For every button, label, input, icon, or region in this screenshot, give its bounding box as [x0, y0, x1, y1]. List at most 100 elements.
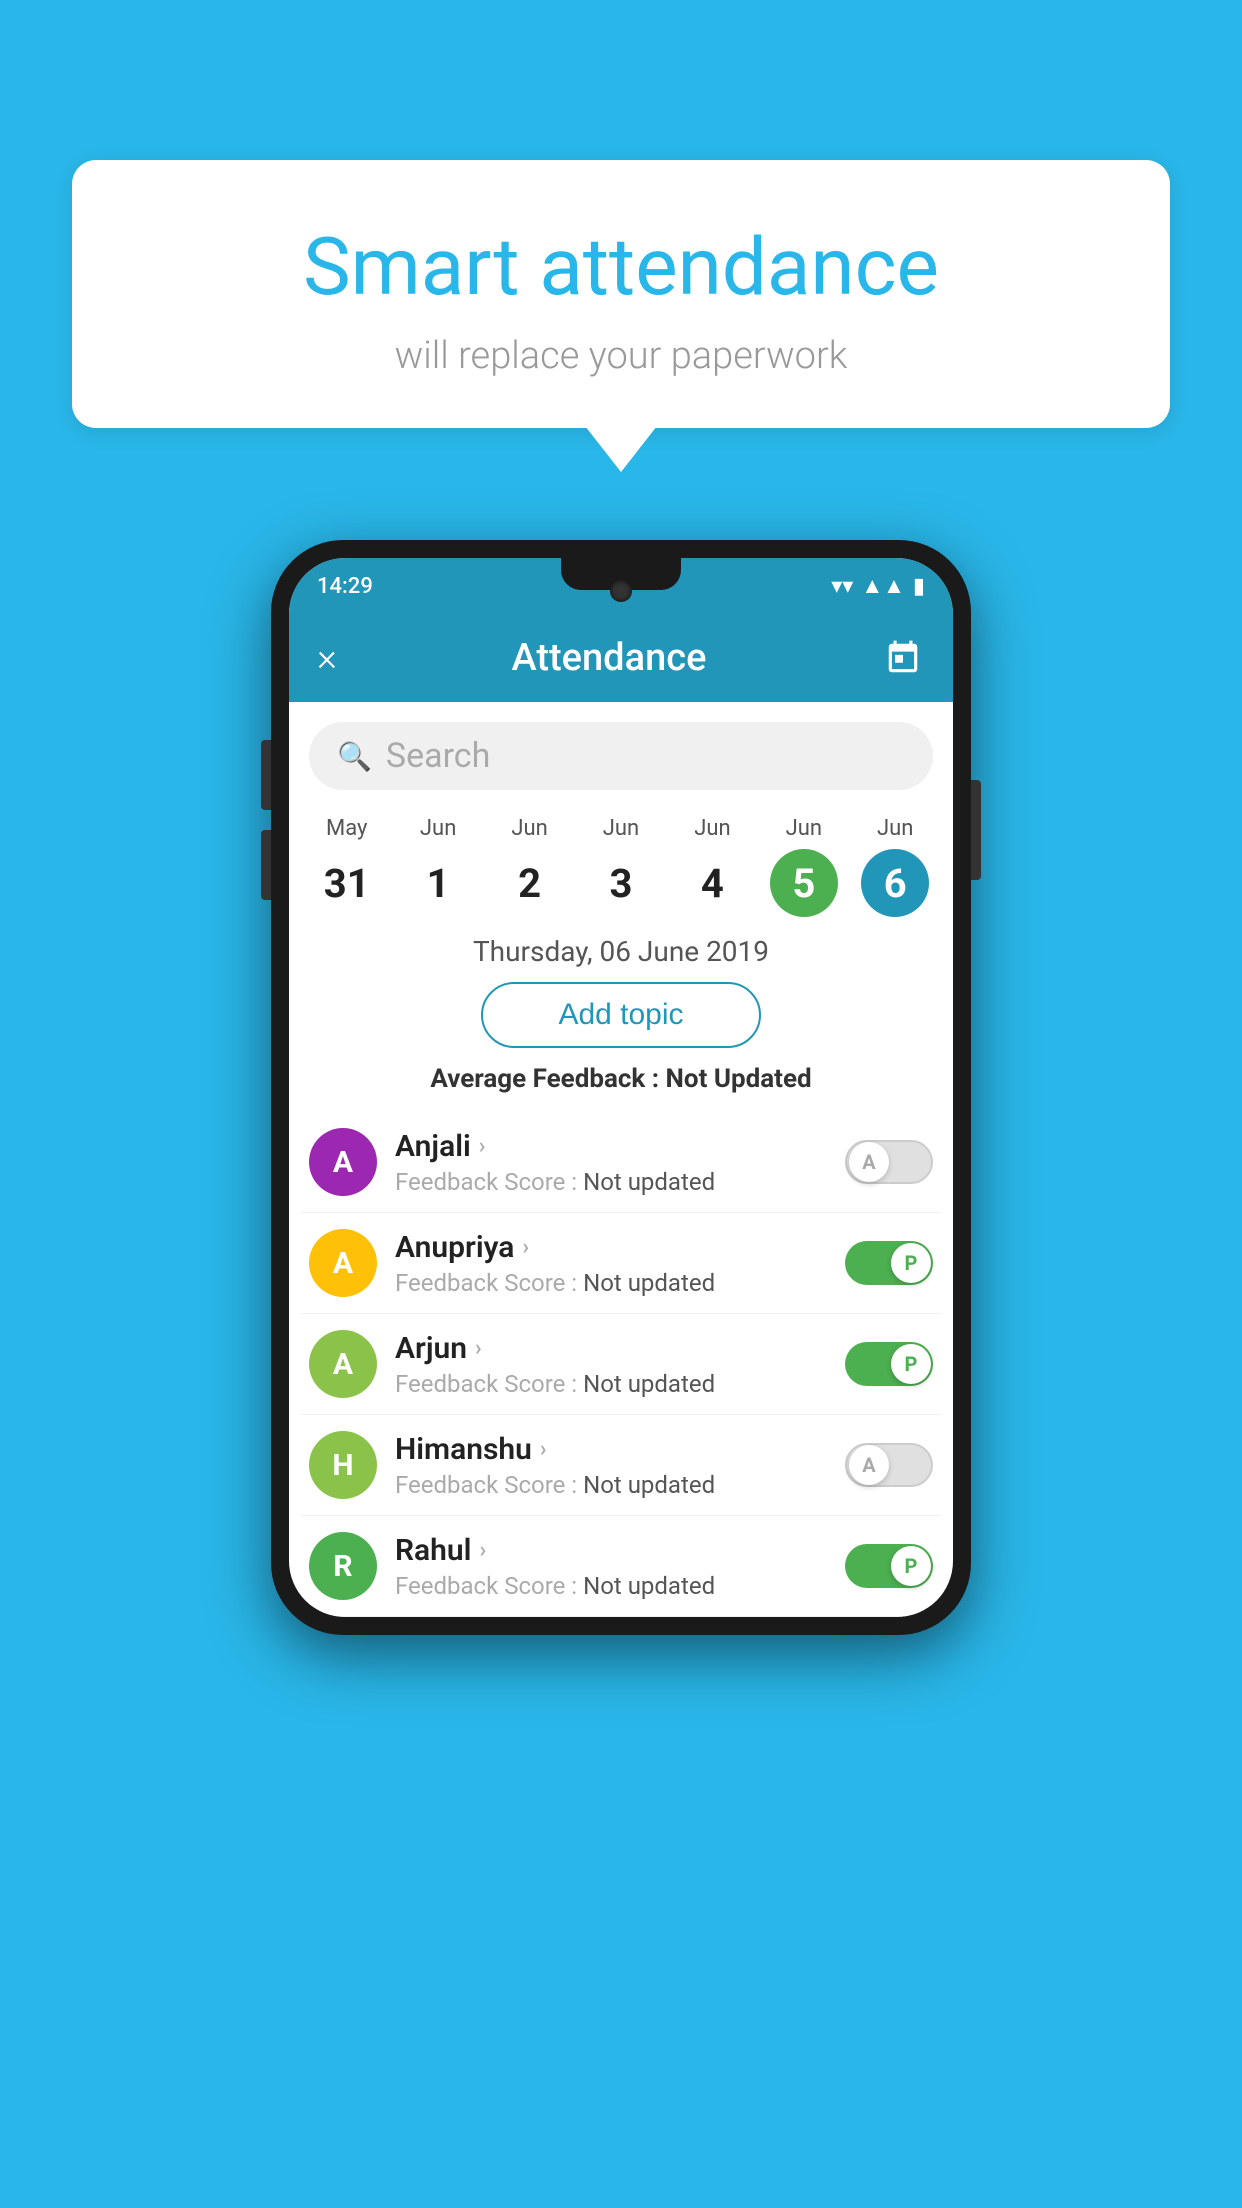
speech-bubble-subtitle: will replace your paperwork — [112, 334, 1130, 378]
selected-date-label: Thursday, 06 June 2019 — [289, 927, 953, 982]
cal-date-number: 5 — [770, 849, 838, 917]
calendar-strip: May 31 Jun 1 Jun 2 Jun 3 Jun 4 Jun 5 Jun 6 — [289, 800, 953, 927]
toggle-switch[interactable]: P — [845, 1342, 933, 1386]
student-item-4[interactable]: R Rahul › Feedback Score : Not updated P — [301, 1516, 941, 1617]
toggle-knob: P — [891, 1546, 931, 1586]
app-bar-title: Attendance — [511, 636, 706, 680]
student-avatar: R — [309, 1532, 377, 1600]
cal-date-number: 2 — [496, 849, 564, 917]
attendance-toggle[interactable]: A — [845, 1443, 933, 1487]
student-info: Anjali › Feedback Score : Not updated — [395, 1129, 827, 1196]
cal-date-number: 6 — [861, 849, 929, 917]
student-feedback: Feedback Score : Not updated — [395, 1471, 827, 1499]
student-avatar: A — [309, 1128, 377, 1196]
feedback-value: Not updated — [583, 1572, 715, 1600]
student-avatar: A — [309, 1330, 377, 1398]
cal-date-number: 1 — [404, 849, 472, 917]
toggle-knob: A — [849, 1445, 889, 1485]
feedback-value: Not updated — [583, 1168, 715, 1196]
attendance-toggle[interactable]: P — [845, 1544, 933, 1588]
student-info: Anupriya › Feedback Score : Not updated — [395, 1230, 827, 1297]
close-button[interactable]: × — [317, 636, 337, 680]
volume-down-button — [261, 830, 271, 900]
chevron-right-icon: › — [479, 1538, 486, 1563]
cal-month-label: Jun — [575, 816, 666, 841]
calendar-icon-button[interactable] — [881, 636, 925, 680]
cal-month-label: May — [301, 816, 392, 841]
student-avatar: H — [309, 1431, 377, 1499]
average-feedback: Average Feedback : Not Updated — [289, 1064, 953, 1094]
student-info: Himanshu › Feedback Score : Not updated — [395, 1432, 827, 1499]
student-feedback: Feedback Score : Not updated — [395, 1269, 827, 1297]
student-item-1[interactable]: A Anupriya › Feedback Score : Not updated P — [301, 1213, 941, 1314]
student-item-0[interactable]: A Anjali › Feedback Score : Not updated A — [301, 1112, 941, 1213]
cal-date-number: 3 — [587, 849, 655, 917]
student-name: Rahul › — [395, 1533, 827, 1568]
attendance-toggle[interactable]: A — [845, 1140, 933, 1184]
search-placeholder: Search — [386, 736, 490, 776]
speech-bubble-title: Smart attendance — [112, 220, 1130, 314]
student-item-2[interactable]: A Arjun › Feedback Score : Not updated P — [301, 1314, 941, 1415]
search-bar[interactable]: 🔍 Search — [309, 722, 933, 790]
toggle-switch[interactable]: P — [845, 1544, 933, 1588]
attendance-toggle[interactable]: P — [845, 1241, 933, 1285]
student-avatar: A — [309, 1229, 377, 1297]
toggle-knob: P — [891, 1243, 931, 1283]
feedback-value: Not updated — [583, 1269, 715, 1297]
avg-feedback-label: Average Feedback : — [430, 1064, 659, 1094]
status-icons: ▾▾ ▲▲ ▮ — [831, 573, 925, 599]
phone-screen: 14:29 ▾▾ ▲▲ ▮ × Attendance 🔍 — [289, 558, 953, 1617]
search-icon: 🔍 — [337, 740, 372, 773]
cal-month-label: Jun — [758, 816, 849, 841]
power-button — [971, 780, 981, 880]
toggle-knob: P — [891, 1344, 931, 1384]
student-feedback: Feedback Score : Not updated — [395, 1370, 827, 1398]
student-name: Anupriya › — [395, 1230, 827, 1265]
cal-month-label: Jun — [667, 816, 758, 841]
chevron-right-icon: › — [522, 1235, 529, 1260]
battery-icon: ▮ — [913, 574, 925, 599]
toggle-switch[interactable]: P — [845, 1241, 933, 1285]
calendar-day-3[interactable]: Jun 3 — [575, 816, 666, 917]
signal-icon: ▲▲ — [861, 573, 905, 599]
calendar-day-4[interactable]: Jun 4 — [667, 816, 758, 917]
toggle-switch[interactable]: A — [845, 1140, 933, 1184]
cal-date-number: 31 — [313, 849, 381, 917]
avg-feedback-value: Not Updated — [666, 1064, 812, 1094]
app-bar: × Attendance — [289, 614, 953, 702]
speech-bubble: Smart attendance will replace your paper… — [72, 160, 1170, 428]
chevron-right-icon: › — [479, 1134, 486, 1159]
student-name: Arjun › — [395, 1331, 827, 1366]
student-name: Anjali › — [395, 1129, 827, 1164]
wifi-icon: ▾▾ — [831, 574, 853, 599]
volume-up-button — [261, 740, 271, 810]
phone-frame: 14:29 ▾▾ ▲▲ ▮ × Attendance 🔍 — [271, 540, 971, 1635]
cal-month-label: Jun — [392, 816, 483, 841]
student-name: Himanshu › — [395, 1432, 827, 1467]
student-info: Arjun › Feedback Score : Not updated — [395, 1331, 827, 1398]
toggle-switch[interactable]: A — [845, 1443, 933, 1487]
feedback-value: Not updated — [583, 1370, 715, 1398]
chevron-right-icon: › — [540, 1437, 547, 1462]
chevron-right-icon: › — [475, 1336, 482, 1361]
student-info: Rahul › Feedback Score : Not updated — [395, 1533, 827, 1600]
calendar-day-0[interactable]: May 31 — [301, 816, 392, 917]
phone-outer: 14:29 ▾▾ ▲▲ ▮ × Attendance 🔍 — [271, 540, 971, 1635]
phone-notch — [561, 558, 681, 590]
student-feedback: Feedback Score : Not updated — [395, 1572, 827, 1600]
calendar-day-5[interactable]: Jun 5 — [758, 816, 849, 917]
calendar-day-2[interactable]: Jun 2 — [484, 816, 575, 917]
student-item-3[interactable]: H Himanshu › Feedback Score : Not updated A — [301, 1415, 941, 1516]
calendar-day-1[interactable]: Jun 1 — [392, 816, 483, 917]
student-feedback: Feedback Score : Not updated — [395, 1168, 827, 1196]
toggle-knob: A — [849, 1142, 889, 1182]
feedback-value: Not updated — [583, 1471, 715, 1499]
student-list: AAnjali ›Feedback Score : Not updatedAAA… — [289, 1112, 953, 1617]
cal-date-number: 4 — [678, 849, 746, 917]
status-time: 14:29 — [317, 574, 373, 599]
add-topic-button[interactable]: Add topic — [481, 982, 761, 1048]
calendar-day-6[interactable]: Jun 6 — [850, 816, 941, 917]
attendance-toggle[interactable]: P — [845, 1342, 933, 1386]
cal-month-label: Jun — [850, 816, 941, 841]
cal-month-label: Jun — [484, 816, 575, 841]
